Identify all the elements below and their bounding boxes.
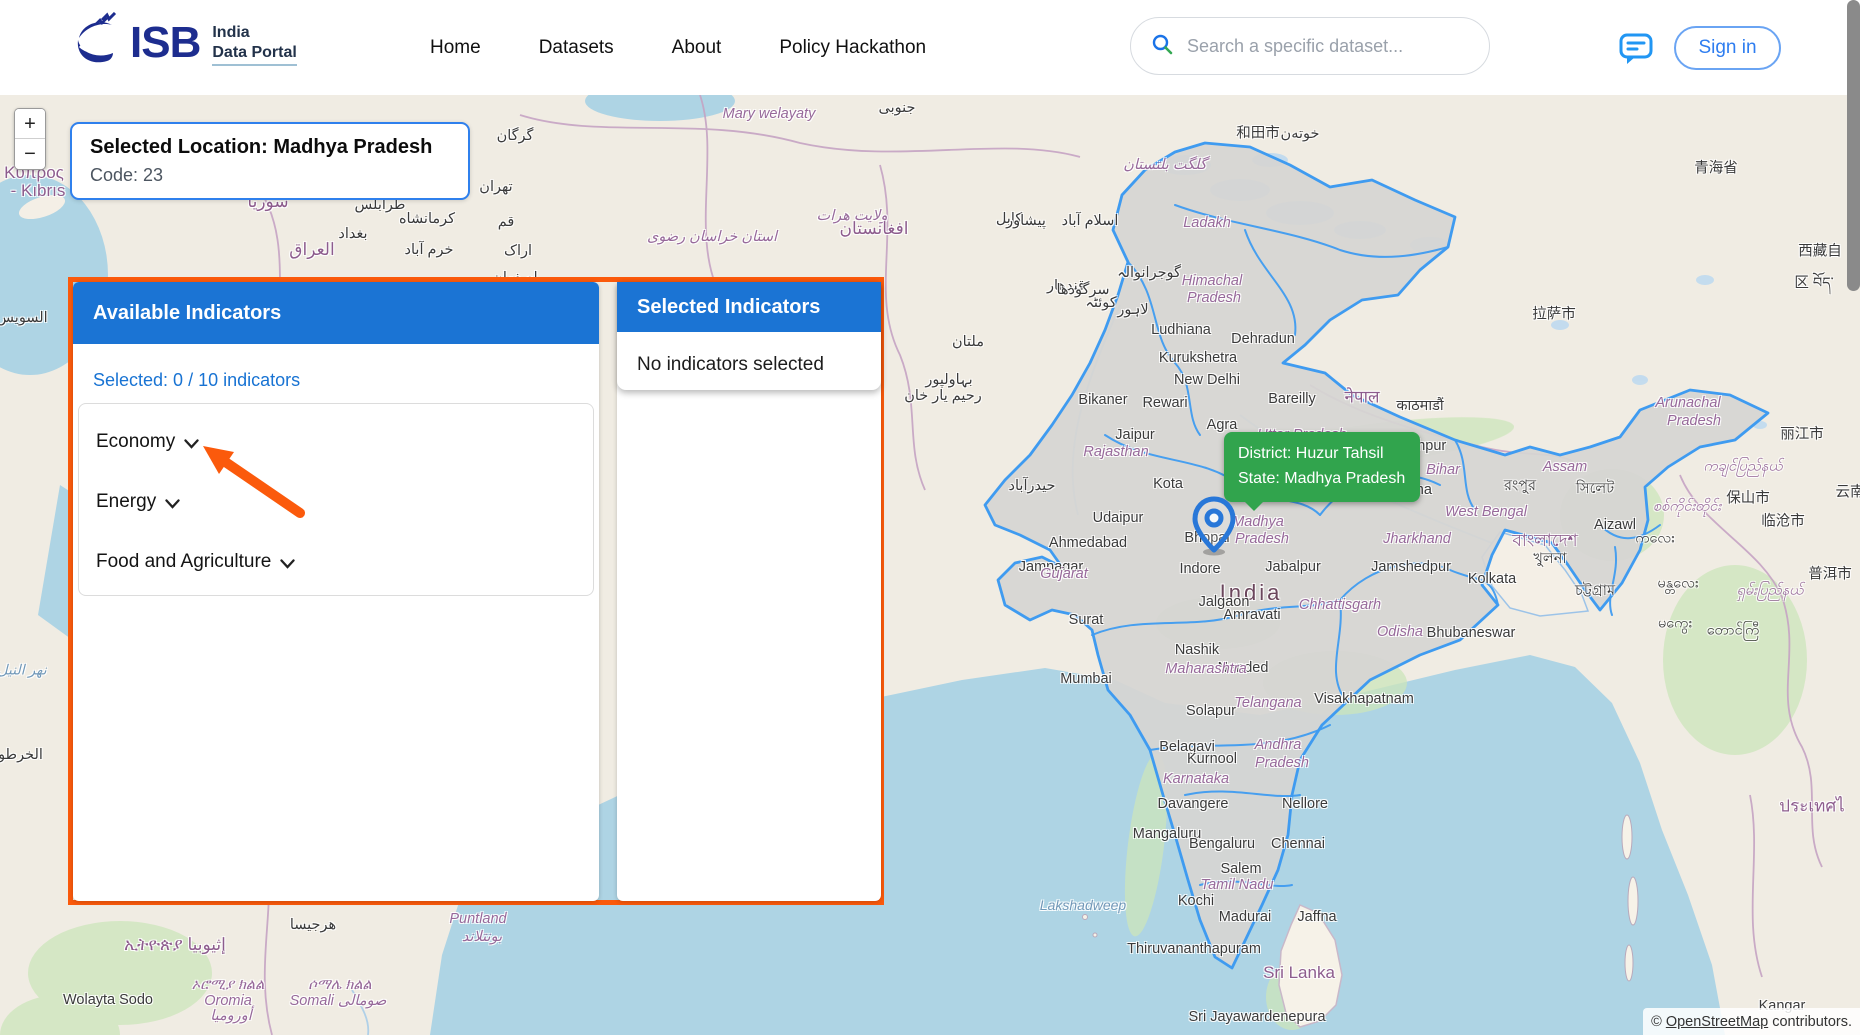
chevron-down-icon — [184, 439, 199, 449]
isb-logo[interactable]: ISB India Data Portal — [72, 12, 297, 73]
indicator-category-list: Economy Energy Food and Agriculture — [78, 403, 594, 596]
category-economy[interactable]: Economy — [79, 412, 593, 472]
openstreetmap-link[interactable]: OpenStreetMap — [1666, 1014, 1768, 1030]
category-energy[interactable]: Energy — [79, 472, 593, 532]
search-box[interactable] — [1130, 17, 1490, 75]
search-icon — [1151, 33, 1173, 60]
selected-indicators-header: Selected Indicators — [617, 282, 881, 332]
zoom-out-button[interactable]: − — [15, 139, 45, 169]
isb-wordmark: ISB — [130, 18, 200, 68]
available-indicators-header: Available Indicators — [73, 282, 599, 344]
category-label: Energy — [96, 491, 156, 513]
sign-in-button[interactable]: Sign in — [1674, 26, 1781, 70]
category-label: Economy — [96, 431, 175, 453]
isb-logo-icon — [72, 12, 124, 73]
chat-icon[interactable] — [1619, 33, 1653, 65]
search-input[interactable] — [1185, 35, 1469, 58]
map-zoom-control: + − — [14, 108, 46, 170]
chevron-down-icon — [280, 559, 295, 569]
selected-indicators-panel: Selected Indicators No indicators select… — [617, 282, 881, 901]
browser-scrollbar-thumb[interactable] — [1847, 0, 1860, 291]
copyright-symbol: © — [1651, 1014, 1662, 1030]
chevron-down-icon — [165, 499, 180, 509]
available-indicators-panel: Available Indicators Selected: 0 / 10 in… — [73, 282, 599, 901]
nav-item-about[interactable]: About — [672, 37, 722, 59]
selected-count-text: Selected: 0 / 10 indicators — [93, 370, 300, 391]
nav-item-datasets[interactable]: Datasets — [539, 37, 614, 59]
attribution-suffix: contributors. — [1772, 1014, 1852, 1030]
tooltip-state-line: State: Madhya Pradesh — [1238, 467, 1406, 492]
selected-location-code: Code: 23 — [90, 165, 450, 186]
zoom-in-button[interactable]: + — [15, 109, 45, 139]
location-pin-icon[interactable] — [1192, 495, 1236, 557]
no-indicators-text: No indicators selected — [617, 332, 881, 376]
district-tooltip: District: Huzur Tahsil State: Madhya Pra… — [1224, 432, 1420, 502]
main-nav: Home Datasets About Policy Hackathon — [430, 0, 926, 95]
selected-location-box: Selected Location: Madhya Pradesh Code: … — [70, 122, 470, 200]
portal-name: India Data Portal — [212, 19, 296, 66]
nav-item-policy-hackathon[interactable]: Policy Hackathon — [779, 37, 926, 59]
category-food-and-agriculture[interactable]: Food and Agriculture — [79, 532, 593, 592]
nav-item-home[interactable]: Home — [430, 37, 481, 59]
top-navigation-bar: ISB India Data Portal Home Datasets About P… — [0, 0, 1860, 95]
selected-location-title: Selected Location: Madhya Pradesh — [90, 136, 450, 159]
tooltip-district-line: District: Huzur Tahsil — [1238, 442, 1406, 467]
map-attribution: © OpenStreetMap contributors. — [1643, 1008, 1860, 1035]
selected-indicators-card: Selected Indicators No indicators select… — [617, 282, 881, 390]
category-label: Food and Agriculture — [96, 551, 271, 573]
